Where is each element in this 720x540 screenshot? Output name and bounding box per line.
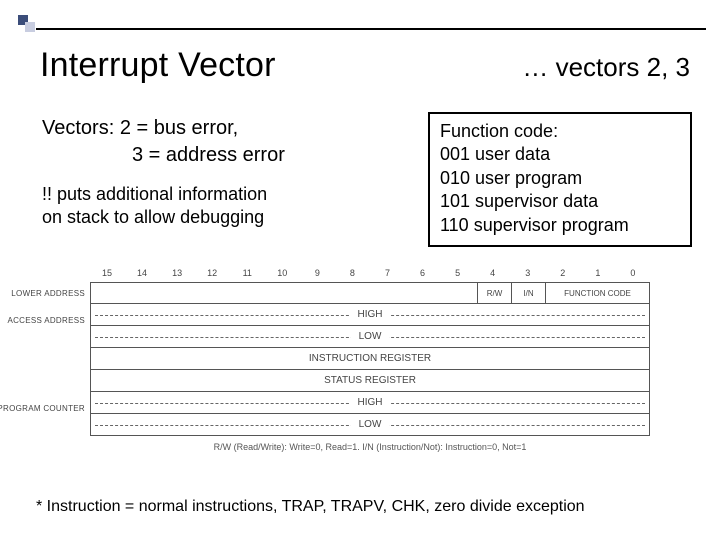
vector-line-2: 3 = address error xyxy=(42,142,402,169)
bit-5: 5 xyxy=(443,268,473,278)
text-status-register: STATUS REGISTER xyxy=(316,375,424,386)
bit-15: 15 xyxy=(92,268,122,278)
text-low: LOW xyxy=(351,331,390,342)
slide-subtitle: … vectors 2, 3 xyxy=(522,52,690,83)
corner-decoration xyxy=(18,15,36,33)
funcbox-row-4: 110 supervisor program xyxy=(440,214,680,237)
bit-12: 12 xyxy=(197,268,227,278)
bit-7: 7 xyxy=(373,268,403,278)
bit-4: 4 xyxy=(478,268,508,278)
bit-14: 14 xyxy=(127,268,157,278)
bit-2: 2 xyxy=(548,268,578,278)
bit-10: 10 xyxy=(267,268,297,278)
row-pc-high: PROGRAM COUNTER HIGH xyxy=(90,392,650,414)
funcbox-row-1: 001 user data xyxy=(440,143,680,166)
bit-1: 1 xyxy=(583,268,613,278)
bit-index-row: 15 14 13 12 11 10 9 8 7 6 5 4 3 2 1 0 xyxy=(90,268,650,282)
row-func-code: LOWER ADDRESS R/W I/N FUNCTION CODE xyxy=(90,282,650,304)
label-lower-address: LOWER ADDRESS xyxy=(0,289,91,298)
text-pc-low: LOW xyxy=(351,419,390,430)
cell-in: I/N xyxy=(511,283,545,303)
bit-0: 0 xyxy=(618,268,648,278)
diagram-legend: R/W (Read/Write): Write=0, Read=1. I/N (… xyxy=(90,442,650,452)
stack-frame-diagram: 15 14 13 12 11 10 9 8 7 6 5 4 3 2 1 0 LO… xyxy=(90,268,650,452)
bit-13: 13 xyxy=(162,268,192,278)
stack-frame-table: LOWER ADDRESS R/W I/N FUNCTION CODE ACCE… xyxy=(90,282,650,436)
row-instruction-register: INSTRUCTION REGISTER xyxy=(90,348,650,370)
row-access-low: LOW xyxy=(90,326,650,348)
slide-header: Interrupt Vector … vectors 2, 3 xyxy=(40,46,690,85)
row-access-high: ACCESS ADDRESS HIGH xyxy=(90,304,650,326)
note-block: !! puts additional information on stack … xyxy=(42,183,402,230)
row-status-register: STATUS REGISTER xyxy=(90,370,650,392)
row-pc-low: LOW xyxy=(90,414,650,436)
bit-9: 9 xyxy=(302,268,332,278)
bit-8: 8 xyxy=(337,268,367,278)
cell-function-code: FUNCTION CODE xyxy=(545,283,649,303)
bit-6: 6 xyxy=(408,268,438,278)
text-pc-high: HIGH xyxy=(350,397,391,408)
funcbox-row-2: 010 user program xyxy=(440,167,680,190)
vector-line-1: Vectors: 2 = bus error, xyxy=(42,115,402,142)
body-text: Vectors: 2 = bus error, 3 = address erro… xyxy=(42,115,402,230)
slide-title: Interrupt Vector xyxy=(40,46,276,85)
note-line-2: on stack to allow debugging xyxy=(42,206,402,229)
bit-3: 3 xyxy=(513,268,543,278)
function-code-box: Function code: 001 user data 010 user pr… xyxy=(428,112,692,247)
horizontal-rule xyxy=(36,28,706,30)
footnote: * Instruction = normal instructions, TRA… xyxy=(36,498,585,516)
cell-rw: R/W xyxy=(477,283,511,303)
text-instruction-register: INSTRUCTION REGISTER xyxy=(301,353,439,364)
funcbox-row-3: 101 supervisor data xyxy=(440,190,680,213)
note-line-1: !! puts additional information xyxy=(42,183,402,206)
label-program-counter: PROGRAM COUNTER xyxy=(0,404,91,413)
text-high: HIGH xyxy=(350,309,391,320)
funcbox-title: Function code: xyxy=(440,120,680,143)
bit-11: 11 xyxy=(232,268,262,278)
label-access-address: ACCESS ADDRESS xyxy=(0,316,91,325)
